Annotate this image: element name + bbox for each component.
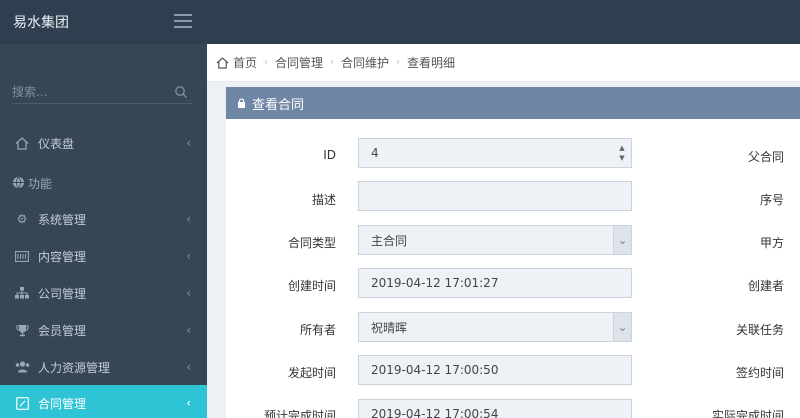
sidebar-search (12, 82, 192, 104)
sidebar-item-label: 会员管理 (38, 323, 87, 338)
breadcrumb-home[interactable]: 首页 (233, 54, 257, 71)
start-time-value: 2019-04-12 17:00:50 (371, 363, 499, 377)
field-label-id: ID (323, 148, 336, 162)
sitemap-icon (14, 285, 30, 301)
owner-select[interactable]: 祝晴晖 ⌄ (358, 312, 632, 342)
eye-icon (238, 98, 245, 108)
sidebar-item-label: 公司管理 (38, 286, 87, 301)
owner-value: 祝晴晖 (371, 320, 408, 335)
panel-header: 查看合同 (226, 87, 800, 119)
app-title[interactable]: 易水集团 (13, 12, 69, 32)
description-field[interactable] (358, 181, 632, 211)
chevron-left-icon: ‹ (186, 396, 191, 410)
chevron-left-icon: ‹ (186, 249, 191, 263)
created-time-field[interactable]: 2019-04-12 17:01:27 (358, 268, 632, 298)
field-label-actual-completion: 实际完成时间 (711, 409, 784, 418)
panel-title: 查看合同 (252, 97, 305, 113)
contract-icon (14, 395, 30, 411)
sidebar-item-hr[interactable]: 人力资源管理 ‹ (0, 349, 207, 385)
sidebar: 仪表盘 ‹ 功能 ⚙ 系统管理 ‹ 内容管理 ‹ 公司管理 ‹ 会员管理 ‹ 人… (0, 44, 207, 418)
top-bar: 易水集团 (0, 0, 800, 44)
breadcrumb-separator-icon: › (264, 57, 269, 68)
breadcrumb-separator-icon: › (396, 57, 401, 68)
sidebar-item-label: 人力资源管理 (38, 360, 111, 375)
field-label-expected-completion: 预计完成时间 (263, 409, 336, 418)
globe-icon (12, 176, 26, 190)
search-input[interactable] (12, 82, 162, 102)
main-content: 首页 › 合同管理 › 合同维护 › 查看明细 查看合同 ID 4 ▲ ▼ 父合同… (207, 44, 800, 418)
field-label-owner: 所有者 (299, 323, 336, 337)
breadcrumb-contracts[interactable]: 合同管理 (275, 54, 323, 71)
sidebar-item-content[interactable]: 内容管理 ‹ (0, 238, 207, 274)
search-icon[interactable] (174, 85, 188, 99)
chevron-left-icon: ‹ (186, 286, 191, 300)
trophy-icon (14, 322, 30, 338)
field-label-sequence: 序号 (759, 193, 784, 207)
field-label-start-time: 发起时间 (287, 366, 336, 380)
content-icon (14, 248, 30, 264)
chevron-left-icon: ‹ (186, 136, 191, 150)
field-label-description: 描述 (311, 193, 336, 207)
home-icon[interactable] (216, 56, 229, 69)
sidebar-item-label: 内容管理 (38, 249, 87, 264)
field-label-created-time: 创建时间 (287, 279, 336, 293)
field-label-contract-type: 合同类型 (287, 236, 336, 250)
sidebar-item-dashboard[interactable]: 仪表盘 ‹ (0, 125, 207, 161)
sidebar-item-system[interactable]: ⚙ 系统管理 ‹ (0, 201, 207, 237)
field-label-party-a: 甲方 (759, 236, 784, 250)
field-label-parent-contract: 父合同 (747, 150, 784, 164)
sidebar-item-contracts[interactable]: 合同管理 ‹ (0, 385, 207, 418)
chevron-left-icon: ‹ (186, 323, 191, 337)
sidebar-section-header: 功能 (0, 168, 207, 198)
breadcrumb-contract-maintenance[interactable]: 合同维护 (341, 54, 389, 71)
id-value: 4 (371, 146, 379, 160)
chevron-left-icon: ‹ (186, 212, 191, 226)
expected-completion-field[interactable]: 2019-04-12 17:00:54 (358, 399, 632, 418)
sidebar-item-label: 合同管理 (38, 396, 87, 411)
chevron-down-icon[interactable]: ⌄ (613, 226, 631, 254)
start-time-field[interactable]: 2019-04-12 17:00:50 (358, 355, 632, 385)
field-label-signing-time: 签约时间 (735, 366, 784, 380)
gears-icon: ⚙ (16, 212, 28, 226)
sidebar-item-label: 仪表盘 (38, 136, 75, 151)
field-label-creator: 创建者 (747, 279, 784, 293)
stepper-icon[interactable]: ▲ ▼ (616, 144, 628, 162)
home-icon (14, 135, 30, 151)
created-time-value: 2019-04-12 17:01:27 (371, 276, 499, 290)
sidebar-item-company[interactable]: 公司管理 ‹ (0, 275, 207, 311)
breadcrumb: 首页 › 合同管理 › 合同维护 › 查看明细 (207, 44, 800, 82)
field-label-related-task: 关联任务 (735, 323, 784, 337)
contract-type-select[interactable]: 主合同 ⌄ (358, 225, 632, 255)
breadcrumb-separator-icon: › (330, 57, 335, 68)
sidebar-item-members[interactable]: 会员管理 ‹ (0, 312, 207, 348)
menu-toggle-icon[interactable] (174, 14, 192, 28)
chevron-down-icon[interactable]: ⌄ (613, 313, 631, 341)
users-icon (14, 359, 30, 375)
sidebar-item-label: 系统管理 (38, 212, 87, 227)
id-field[interactable]: 4 ▲ ▼ (358, 138, 632, 168)
breadcrumb-current: 查看明细 (407, 56, 456, 70)
contract-type-value: 主合同 (371, 233, 408, 248)
chevron-left-icon: ‹ (186, 360, 191, 374)
expected-completion-value: 2019-04-12 17:00:54 (371, 407, 499, 418)
contract-detail-panel: 查看合同 ID 4 ▲ ▼ 父合同 描述 序号 合同类型 主合同 ⌄ 甲方 创建时… (226, 87, 800, 418)
sidebar-section-label: 功能 (28, 176, 53, 191)
